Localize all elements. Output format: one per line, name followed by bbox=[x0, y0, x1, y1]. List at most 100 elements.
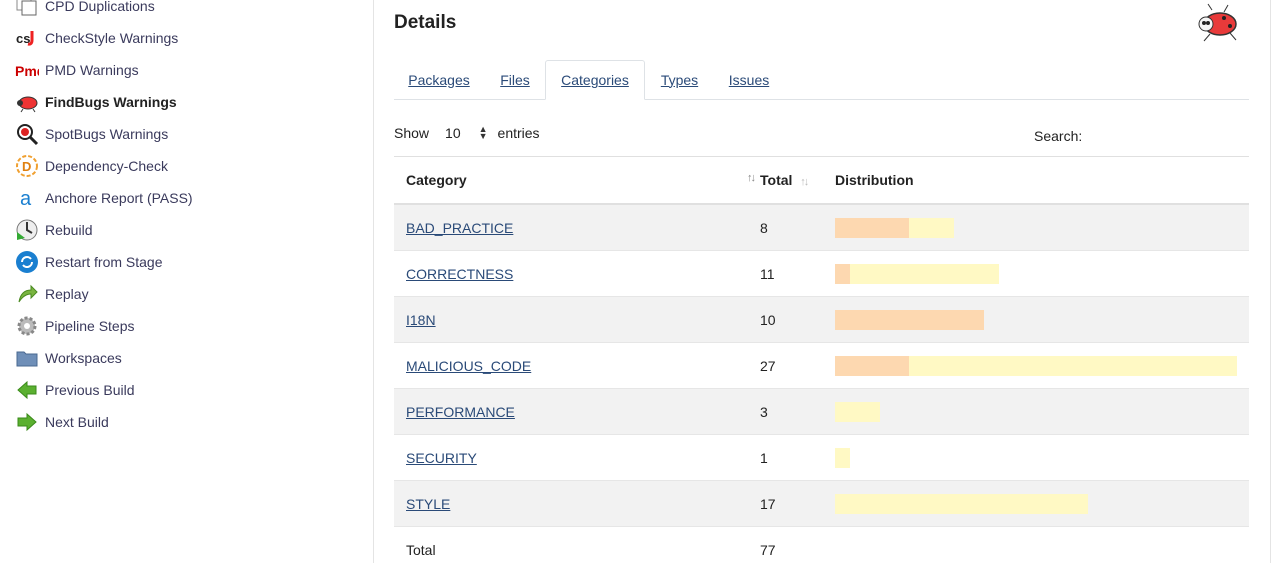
category-link[interactable]: STYLE bbox=[406, 496, 450, 512]
cpd-icon bbox=[15, 0, 39, 18]
table-row: MALICIOUS_CODE 27 bbox=[394, 343, 1249, 389]
total-cell: 17 bbox=[760, 481, 835, 527]
footer-total: 77 bbox=[760, 527, 835, 572]
page-title: Details bbox=[394, 12, 456, 34]
tab-types[interactable]: Types bbox=[652, 60, 707, 99]
svg-text:Pmd: Pmd bbox=[15, 63, 39, 79]
sidebar-item-replay[interactable]: Replay bbox=[15, 282, 89, 306]
distribution-segment-normal bbox=[909, 218, 954, 238]
sidebar-item-checkstyle-warnings[interactable]: cs CheckStyle Warnings bbox=[15, 26, 178, 50]
sidebar-item-pipeline-steps[interactable]: Pipeline Steps bbox=[15, 314, 135, 338]
category-cell: MALICIOUS_CODE bbox=[394, 343, 760, 389]
distribution-cell bbox=[835, 389, 1249, 435]
category-cell: CORRECTNESS bbox=[394, 251, 760, 297]
distribution-segment-normal bbox=[835, 494, 1088, 514]
sidebar-item-label: Restart from Stage bbox=[45, 254, 163, 270]
sidebar-item-workspaces[interactable]: Workspaces bbox=[15, 346, 122, 370]
category-cell: STYLE bbox=[394, 481, 760, 527]
category-link[interactable]: PERFORMANCE bbox=[406, 404, 515, 420]
categories-table: Category ↑↓ Total ↑↓ Distribution BAD_PR… bbox=[394, 156, 1249, 572]
tab-packages[interactable]: Packages bbox=[394, 60, 484, 99]
distribution-segment-high bbox=[835, 264, 850, 284]
column-header-total[interactable]: Total ↑↓ bbox=[760, 157, 835, 205]
sidebar-item-anchore-report[interactable]: a Anchore Report (PASS) bbox=[15, 186, 193, 210]
category-link[interactable]: MALICIOUS_CODE bbox=[406, 358, 531, 374]
restart-icon bbox=[15, 250, 39, 274]
table-row: CORRECTNESS 11 bbox=[394, 251, 1249, 297]
total-cell: 27 bbox=[760, 343, 835, 389]
table-row: BAD_PRACTICE 8 bbox=[394, 204, 1249, 251]
tab-issues[interactable]: Issues bbox=[720, 60, 778, 99]
total-cell: 1 bbox=[760, 435, 835, 481]
sidebar-item-label: PMD Warnings bbox=[45, 62, 139, 78]
show-label: Show bbox=[394, 125, 429, 141]
sidebar-item-cpd-duplications[interactable]: CPD Duplications bbox=[15, 0, 155, 18]
category-cell: BAD_PRACTICE bbox=[394, 204, 760, 251]
findbugs-icon bbox=[15, 90, 39, 114]
distribution-bar bbox=[835, 264, 1249, 284]
distribution-cell bbox=[835, 435, 1249, 481]
sort-updown-icon: ▲▼ bbox=[479, 126, 488, 140]
distribution-segment-normal bbox=[850, 264, 999, 284]
distribution-cell bbox=[835, 297, 1249, 343]
total-cell: 3 bbox=[760, 389, 835, 435]
distribution-cell bbox=[835, 481, 1249, 527]
table-header-row: Category ↑↓ Total ↑↓ Distribution bbox=[394, 157, 1249, 205]
sidebar-item-spotbugs-warnings[interactable]: SpotBugs Warnings bbox=[15, 122, 168, 146]
arrow-right-icon bbox=[15, 410, 39, 434]
column-header-label: Total bbox=[760, 172, 792, 188]
sidebar-item-next-build[interactable]: Next Build bbox=[15, 410, 109, 434]
sort-icon: ↑↓ bbox=[800, 176, 807, 188]
column-header-category[interactable]: Category ↑↓ bbox=[394, 157, 760, 205]
table-row: I18N 10 bbox=[394, 297, 1249, 343]
distribution-bar bbox=[835, 310, 1249, 330]
category-link[interactable]: BAD_PRACTICE bbox=[406, 220, 513, 236]
distribution-bar bbox=[835, 218, 1249, 238]
entries-length-control: Show 10 ▲▼ entries bbox=[394, 125, 540, 141]
sidebar-item-label: Pipeline Steps bbox=[45, 318, 135, 334]
total-cell: 10 bbox=[760, 297, 835, 343]
distribution-segment-normal bbox=[835, 402, 880, 422]
distribution-segment-normal bbox=[909, 356, 1237, 376]
distribution-cell bbox=[835, 343, 1249, 389]
distribution-bar bbox=[835, 402, 1249, 422]
sidebar-item-label: Rebuild bbox=[45, 222, 92, 238]
entries-select[interactable]: 10 ▲▼ bbox=[445, 125, 488, 141]
tab-files[interactable]: Files bbox=[488, 60, 542, 99]
sidebar-item-pmd-warnings[interactable]: Pmd PMD Warnings bbox=[15, 58, 139, 82]
distribution-cell bbox=[835, 251, 1249, 297]
category-link[interactable]: CORRECTNESS bbox=[406, 266, 513, 282]
sidebar-item-dependency-check[interactable]: D Dependency-Check bbox=[15, 154, 168, 178]
sidebar-item-label: SpotBugs Warnings bbox=[45, 126, 168, 142]
checkstyle-icon: cs bbox=[15, 26, 39, 50]
pmd-icon: Pmd bbox=[15, 58, 39, 82]
sidebar-item-restart-from-stage[interactable]: Restart from Stage bbox=[15, 250, 163, 274]
footer-label: Total bbox=[394, 527, 760, 572]
distribution-bar bbox=[835, 448, 1249, 468]
category-link[interactable]: SECURITY bbox=[406, 450, 477, 466]
tab-categories[interactable]: Categories bbox=[545, 60, 645, 100]
sidebar-item-label: Previous Build bbox=[45, 382, 135, 398]
table-row: PERFORMANCE 3 bbox=[394, 389, 1249, 435]
svg-text:a: a bbox=[20, 188, 32, 210]
footer-empty bbox=[835, 527, 1249, 572]
distribution-cell bbox=[835, 204, 1249, 251]
distribution-segment-high bbox=[835, 218, 909, 238]
spotbugs-icon bbox=[15, 122, 39, 146]
sidebar-item-label: Dependency-Check bbox=[45, 158, 168, 174]
search-label: Search: bbox=[1034, 128, 1082, 144]
sidebar-item-label: FindBugs Warnings bbox=[45, 94, 177, 110]
entries-label: entries bbox=[498, 125, 540, 141]
sidebar-item-label: CheckStyle Warnings bbox=[45, 30, 178, 46]
sidebar-item-findbugs-warnings[interactable]: FindBugs Warnings bbox=[15, 90, 177, 114]
rebuild-icon bbox=[15, 218, 39, 242]
distribution-bar bbox=[835, 356, 1249, 376]
distribution-segment-high bbox=[835, 356, 909, 376]
details-panel: Details Packages Files Categories Types … bbox=[374, 0, 1270, 563]
sidebar-item-rebuild[interactable]: Rebuild bbox=[15, 218, 92, 242]
table-footer-row: Total77 bbox=[394, 527, 1249, 572]
sidebar-item-previous-build[interactable]: Previous Build bbox=[15, 378, 135, 402]
total-cell: 8 bbox=[760, 204, 835, 251]
total-cell: 11 bbox=[760, 251, 835, 297]
category-link[interactable]: I18N bbox=[406, 312, 436, 328]
